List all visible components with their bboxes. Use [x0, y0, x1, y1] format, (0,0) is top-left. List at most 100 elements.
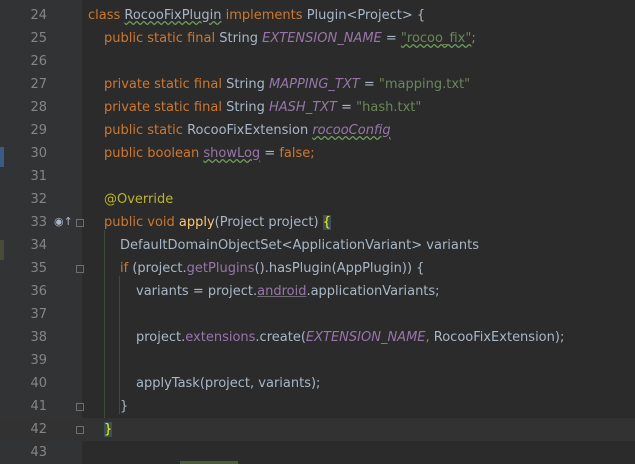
code-token: if [120, 261, 133, 276]
line-number: 40 [30, 376, 47, 391]
line-number: 28 [30, 100, 47, 115]
code-token: } [120, 399, 129, 414]
line-number: 35 [30, 261, 47, 276]
line-number: 33 [30, 215, 47, 230]
line-number: 26 [30, 54, 47, 69]
code-token: Plugin [306, 8, 347, 23]
fold-marker-icon[interactable] [76, 219, 84, 227]
line-number: 37 [30, 307, 47, 322]
code-token: showLog [203, 146, 261, 161]
code-token: (Project project) [214, 215, 323, 230]
code-token: RocooFixExtension); [433, 330, 565, 345]
code-line[interactable]: 42} [0, 418, 635, 441]
code-line[interactable]: 43 [0, 441, 635, 464]
code-token: .applicationVariants; [306, 284, 440, 299]
code-text: @Override [104, 188, 173, 211]
code-token: EXTENSION_NAME [305, 330, 426, 345]
line-number: 27 [30, 77, 47, 92]
fold-marker-icon[interactable] [76, 265, 84, 273]
code-text: DefaultDomainObjectSet<ApplicationVarian… [120, 234, 479, 257]
code-line[interactable]: 35 if (project.getPlugins().hasPlugin(App… [0, 257, 635, 280]
code-text: public boolean showLog = false; [104, 142, 315, 165]
code-token: @Override [104, 192, 174, 207]
code-token: variants = project. [136, 284, 258, 299]
code-text: private static final String HASH_TXT = "… [104, 96, 421, 119]
code-text: if (project.getPlugins().hasPlugin(AppPl… [120, 257, 424, 280]
code-token: , [425, 330, 434, 345]
code-line[interactable]: 40 applyTask(project, variants); [0, 372, 635, 395]
code-line[interactable]: 25 public static final String EXTENSION_N… [0, 27, 635, 50]
code-token: .create( [255, 330, 306, 345]
code-text: } [104, 418, 113, 441]
code-line[interactable]: 33 public void apply(Project project) { ◉↑ [0, 211, 635, 234]
code-token: String [226, 77, 269, 92]
line-number: 24 [30, 8, 47, 23]
line-number: 36 [30, 284, 47, 299]
line-number: 32 [30, 192, 47, 207]
line-number: 38 [30, 330, 47, 345]
code-line[interactable]: 34 DefaultDomainObjectSet<ApplicationVari… [0, 234, 635, 257]
line-number: 30 [30, 146, 47, 161]
code-token: false; [279, 146, 315, 161]
code-token: applyTask(project, variants); [136, 376, 321, 391]
code-line[interactable]: 32 @Override [0, 188, 635, 211]
code-line[interactable]: 26 [0, 50, 635, 73]
code-token: getPlugins [186, 261, 255, 276]
code-token: EXTENSION_NAME [262, 31, 382, 46]
code-token: } [104, 422, 113, 437]
code-token: = [381, 31, 401, 46]
code-token: = [359, 77, 379, 92]
code-token: implements [221, 8, 307, 23]
code-text: } [120, 395, 128, 418]
code-token: { [322, 215, 331, 230]
code-token: ().hasPlugin(AppPlugin)) { [254, 261, 425, 276]
line-number: 41 [30, 399, 47, 414]
code-line[interactable]: 27 private static final String MAPPING_TX… [0, 73, 635, 96]
code-token: RocooFixPlugin [124, 8, 222, 23]
code-line[interactable]: 30 public boolean showLog = false; [0, 142, 635, 165]
fold-marker-icon[interactable] [76, 426, 84, 434]
line-number: 31 [30, 169, 47, 184]
code-line[interactable]: 36 variants = project.android.application… [0, 280, 635, 303]
code-token: private static final [104, 77, 227, 92]
line-number: 39 [30, 353, 47, 368]
code-line[interactable]: 41} [0, 395, 635, 418]
code-token: public static final [104, 31, 220, 46]
code-token: "hash.txt" [356, 100, 422, 115]
line-number: 42 [30, 422, 47, 437]
code-line[interactable]: 29 public static RocooFixExtension rocooC… [0, 119, 635, 142]
line-number: 34 [30, 238, 47, 253]
code-token: RocooFixExtension [187, 123, 313, 138]
code-line[interactable]: 37 [0, 303, 635, 326]
code-token: class [88, 8, 125, 23]
line-number: 29 [30, 123, 47, 138]
code-token: "rocoo_fix" [400, 31, 472, 46]
code-token: = [336, 100, 357, 115]
code-text: project.extensions.create(EXTENSION_NAME… [136, 326, 564, 349]
line-number: 25 [30, 31, 47, 46]
code-text: public static final String EXTENSION_NAM… [104, 27, 476, 50]
code-token: apply [178, 215, 215, 230]
line-number: 43 [30, 445, 47, 460]
code-text: class RocooFixPlugin implements Plugin<P… [88, 4, 425, 27]
code-token: "mapping.txt" [378, 77, 471, 92]
code-token: ; [471, 31, 476, 46]
code-text: public static RocooFixExtension rocooCon… [104, 119, 391, 142]
code-token: project. [136, 330, 186, 345]
fold-marker-icon[interactable] [76, 403, 84, 411]
code-line[interactable]: 31 [0, 165, 635, 188]
code-line[interactable]: 28 private static final String HASH_TXT =… [0, 96, 635, 119]
code-token: (project. [132, 261, 187, 276]
code-token: public void [104, 215, 179, 230]
override-gutter-icon[interactable]: ◉↑ [54, 215, 73, 229]
code-text: applyTask(project, variants); [136, 372, 320, 395]
code-line[interactable]: 39 [0, 349, 635, 372]
code-line[interactable]: 38 project.extensions.create(EXTENSION_NA… [0, 326, 635, 349]
code-editor[interactable]: 24 class RocooFixPlugin implements Plugin… [0, 0, 635, 464]
code-token: rocooConfig [312, 123, 391, 138]
code-text: public void apply(Project project) { [104, 211, 331, 234]
code-token: <Project> { [346, 8, 426, 23]
code-token: public boolean [104, 146, 204, 161]
code-line[interactable]: 24 class RocooFixPlugin implements Plugin… [0, 4, 635, 27]
code-token: String [226, 100, 269, 115]
